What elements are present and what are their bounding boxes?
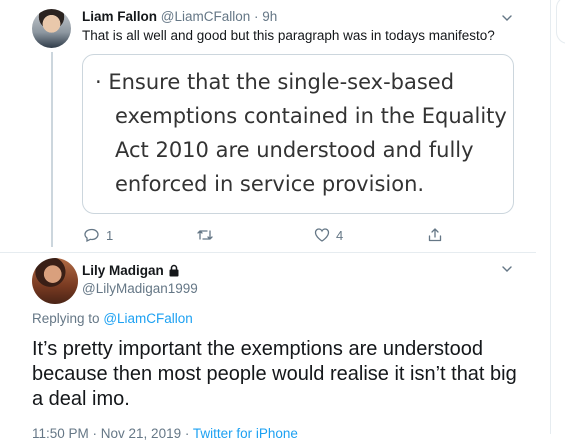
avatar[interactable] — [32, 258, 78, 304]
tweet-text-line: because then most people would realise i… — [32, 363, 517, 385]
column-divider — [550, 0, 551, 434]
separator: · — [254, 9, 259, 24]
reply-button[interactable]: 1 — [84, 227, 113, 243]
tweet-text-line: a deal imo. — [32, 388, 130, 410]
chevron-down-icon[interactable] — [502, 264, 512, 274]
reply-icon — [84, 228, 99, 243]
quoted-line: · Ensure that the single-sex-based — [95, 70, 455, 94]
chevron-down-icon[interactable] — [502, 13, 512, 23]
share-icon — [428, 228, 442, 242]
like-icon — [314, 228, 330, 242]
reply-count: 1 — [106, 227, 114, 243]
retweet-icon — [197, 230, 213, 240]
share-button[interactable] — [427, 227, 443, 243]
retweet-button[interactable] — [196, 227, 214, 243]
thread-line — [51, 52, 53, 247]
quoted-text: · Ensure that the single-sex-based exemp… — [95, 65, 510, 201]
quoted-line: enforced in service provision. — [115, 172, 425, 196]
tweet-header: Lily Madigan — [82, 263, 180, 278]
right-column-edge — [536, 0, 565, 434]
quoted-line: exemptions contained in the Equality — [115, 104, 507, 128]
display-name[interactable]: Liam Fallon — [82, 9, 157, 24]
like-count: 4 — [336, 227, 344, 243]
tweet-text: That is all well and good but this parag… — [82, 28, 495, 43]
replying-to: Replying to @LiamCFallon — [32, 311, 193, 326]
side-card-edge — [556, 0, 565, 44]
tweet-header: Liam Fallon @LiamCFallon · 9h — [82, 9, 277, 24]
handle[interactable]: @LiamCFallon — [161, 9, 250, 24]
handle[interactable]: @LilyMadigan1999 — [82, 281, 198, 296]
avatar[interactable] — [32, 9, 71, 48]
quoted-image[interactable]: · Ensure that the single-sex-based exemp… — [82, 54, 514, 214]
tweet-text-line: It’s pretty important the exemptions are… — [32, 338, 483, 360]
display-name[interactable]: Lily Madigan — [82, 263, 164, 278]
tweet-divider — [0, 252, 536, 253]
tweet-text: It’s pretty important the exemptions are… — [32, 337, 532, 412]
like-button[interactable]: 4 — [314, 227, 343, 243]
timestamp[interactable]: 9h — [262, 9, 277, 24]
quoted-line: Act 2010 are understood and fully — [115, 138, 474, 162]
replying-to-label: Replying to — [32, 311, 100, 326]
lock-icon — [169, 264, 179, 277]
replying-to-link[interactable]: @LiamCFallon — [103, 311, 192, 326]
